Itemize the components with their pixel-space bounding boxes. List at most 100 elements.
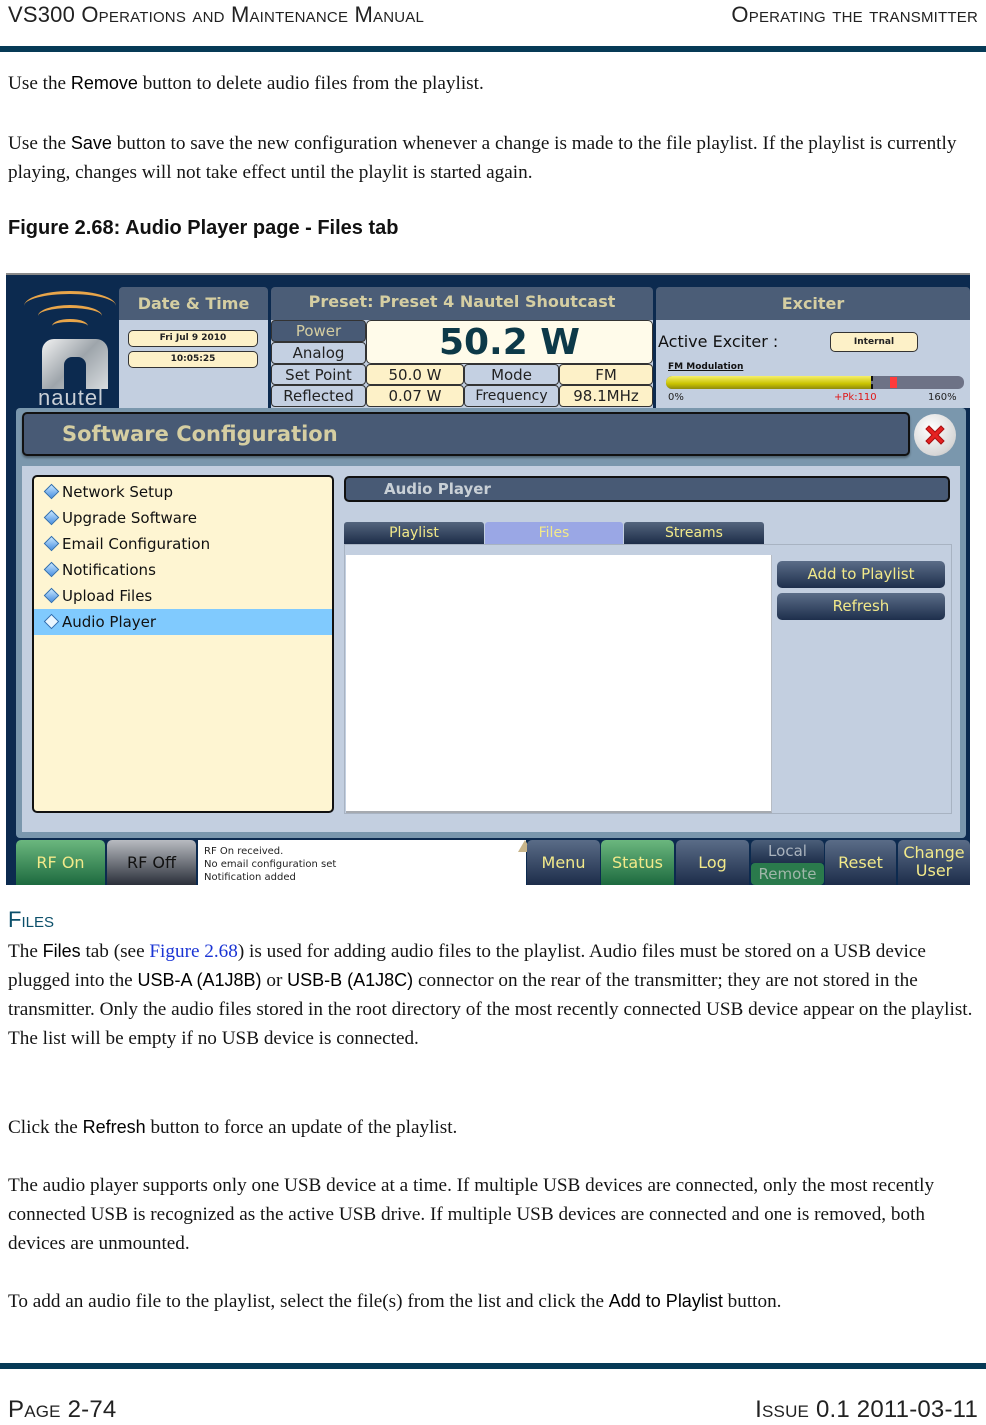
chapter-title: Operating the transmitter — [731, 2, 978, 27]
issue-date: Issue 0.1 2011-03-11 — [755, 1396, 978, 1423]
close-icon — [925, 425, 945, 445]
rf-on-button[interactable]: RF On — [16, 840, 105, 885]
paragraph-refresh: Click the Refresh button to force an upd… — [8, 1113, 980, 1142]
paragraph-remove: Use the Remove button to delete audio fi… — [8, 69, 980, 98]
diamond-icon — [43, 613, 60, 630]
menu-item-label: Upload Files — [62, 587, 153, 605]
logo-arc — [52, 319, 88, 333]
transmitter-screenshot: nautel Date & Time Fri Jul 9 2010 10:05:… — [6, 273, 970, 885]
software-configuration-title: Software Configuration — [22, 412, 910, 456]
frequency-value: 98.1MHz — [559, 385, 653, 407]
diamond-icon — [43, 509, 60, 526]
menu-item-upgrade-software[interactable]: Upgrade Software — [34, 505, 332, 531]
footer-rule — [0, 1363, 986, 1369]
header-rule — [0, 46, 986, 52]
text: tab (see — [80, 941, 150, 962]
meter-fill — [666, 376, 871, 389]
menu-item-label: Email Configuration — [62, 535, 211, 553]
reset-button[interactable]: Reset — [825, 840, 896, 885]
time-value: 10:05:25 — [128, 351, 258, 368]
fm-modulation-title: FM Modulation — [668, 362, 744, 372]
date-value: Fri Jul 9 2010 — [128, 330, 258, 347]
preset-title: Preset: Preset 4 Nautel Shoutcast — [271, 287, 653, 320]
refresh-button[interactable]: Refresh — [777, 593, 945, 620]
set-point-label: Set Point — [271, 364, 366, 385]
rf-off-button[interactable]: RF Off — [107, 840, 196, 885]
text: Use the — [8, 73, 71, 94]
configuration-menu: Network Setup Upgrade Software Email Con… — [32, 475, 334, 813]
fm-modulation-meter — [666, 376, 964, 389]
frequency-label: Frequency — [464, 385, 559, 407]
text: button to save the new configuration whe… — [8, 133, 957, 183]
add-to-playlist-button[interactable]: Add to Playlist — [777, 561, 945, 588]
status-button[interactable]: Status — [601, 840, 674, 885]
menu-item-upload-files[interactable]: Upload Files — [34, 583, 332, 609]
text: Use the — [8, 133, 71, 154]
manual-title: VS300 Operations and Maintenance Manual — [8, 2, 425, 27]
menu-item-label: Network Setup — [62, 483, 174, 501]
remote-option[interactable]: Remote — [751, 863, 824, 885]
ui-term-add-to-playlist: Add to Playlist — [608, 1291, 723, 1311]
menu-item-notifications[interactable]: Notifications — [34, 557, 332, 583]
text: button to force an update of the playlis… — [145, 1117, 458, 1138]
ui-term-refresh: Refresh — [82, 1117, 146, 1137]
message-log: RF On received. No email configuration s… — [198, 840, 526, 885]
bottom-toolbar: RF On RF Off RF On received. No email co… — [16, 838, 970, 885]
paragraph-save: Use the Save button to save the new conf… — [8, 129, 980, 187]
ui-term-usb-a: USB-A (A1J8B) — [137, 970, 262, 990]
diamond-icon — [43, 535, 60, 552]
local-option[interactable]: Local — [751, 840, 824, 863]
running-footer: Page 2-74 Issue 0.1 2011-03-11 — [8, 1396, 978, 1424]
paragraph-usb-devices: The audio player supports only one USB d… — [8, 1175, 935, 1254]
menu-item-label: Audio Player — [62, 613, 157, 631]
forward-power-readout: 50.2 W — [366, 320, 653, 364]
ui-term-files: Files — [42, 941, 81, 961]
local-remote-toggle[interactable]: Local Remote — [751, 840, 824, 885]
menu-item-email-configuration[interactable]: Email Configuration — [34, 531, 332, 557]
menu-button[interactable]: Menu — [527, 840, 600, 885]
text: Click the — [8, 1117, 83, 1138]
close-button[interactable] — [914, 414, 956, 456]
diamond-icon — [43, 587, 60, 604]
date-time-panel: Fri Jul 9 2010 10:05:25 — [119, 320, 268, 408]
audio-player-title: Audio Player — [344, 476, 950, 502]
exciter-title: Exciter — [656, 287, 970, 320]
tab-files[interactable]: Files — [485, 522, 623, 544]
text: button. — [722, 1291, 782, 1312]
figure-caption: Figure 2.68: Audio Player page - Files t… — [8, 217, 399, 239]
logo-mark — [42, 339, 108, 389]
section-heading-files: Files — [8, 907, 54, 932]
figure-link[interactable]: Figure 2.68 — [149, 941, 237, 962]
menu-item-network-setup[interactable]: Network Setup — [34, 479, 332, 505]
nautel-logo: nautel — [16, 285, 116, 410]
paragraph-files-tab: The Files tab (see Figure 2.68) is used … — [8, 937, 980, 1053]
files-tab-panel: Add to Playlist Refresh — [344, 544, 952, 814]
ui-term-save: Save — [70, 133, 112, 153]
page-number: Page 2-74 — [8, 1396, 117, 1423]
paragraph-add-to-playlist: To add an audio file to the playlist, se… — [8, 1287, 980, 1316]
set-point-value: 50.0 W — [366, 364, 464, 385]
exciter-panel: Active Exciter : Internal FM Modulation … — [656, 320, 970, 408]
menu-item-label: Upgrade Software — [62, 509, 198, 527]
tab-streams[interactable]: Streams — [624, 522, 764, 544]
analog-button[interactable]: Analog — [271, 342, 366, 364]
power-button[interactable]: Power — [271, 320, 366, 342]
ui-term-usb-b: USB-B (A1J8C) — [287, 970, 414, 990]
software-configuration-window: Software Configuration Network Setup Upg… — [16, 408, 966, 838]
active-exciter-value: Internal — [830, 332, 918, 352]
reflected-value: 0.07 W — [366, 385, 464, 407]
active-exciter-label: Active Exciter : — [658, 332, 779, 351]
message-line: Notification added — [204, 872, 296, 883]
diamond-icon — [43, 561, 60, 578]
log-button[interactable]: Log — [676, 840, 749, 885]
configuration-content: Network Setup Upgrade Software Email Con… — [22, 466, 960, 832]
menu-item-label: Notifications — [62, 561, 156, 579]
tab-playlist[interactable]: Playlist — [344, 522, 484, 544]
meter-peak-indicator — [889, 377, 897, 388]
change-user-button[interactable]: Change User — [898, 840, 970, 885]
text: button to delete audio files from the pl… — [137, 73, 484, 94]
ui-term-remove: Remove — [70, 73, 138, 93]
meter-peak-marker — [870, 376, 873, 389]
menu-item-audio-player[interactable]: Audio Player — [34, 609, 332, 635]
usb-file-list[interactable] — [346, 555, 772, 813]
